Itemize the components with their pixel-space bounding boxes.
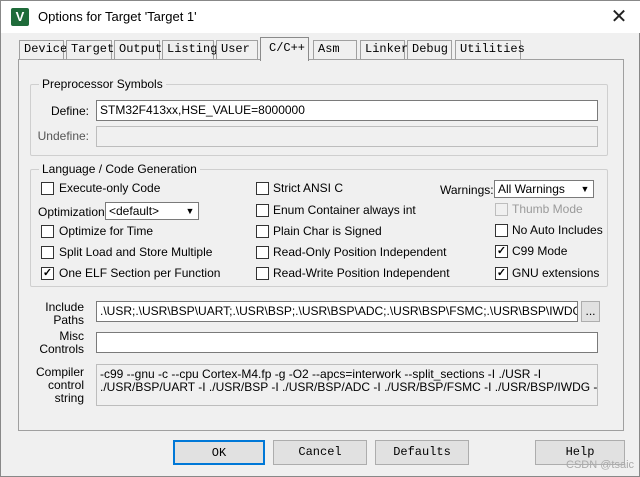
undefine-input[interactable] — [96, 126, 598, 147]
gnu-extensions-label: GNU extensions — [512, 266, 600, 280]
one-elf-label: One ELF Section per Function — [59, 266, 221, 280]
chevron-down-icon: ▼ — [185, 206, 195, 216]
title-bar: V Options for Target 'Target 1' ✕ — [1, 1, 640, 33]
tab-user[interactable]: User — [216, 40, 258, 59]
define-input[interactable]: STM32F413xx,HSE_VALUE=8000000 — [96, 100, 598, 121]
strict-ansi-label: Strict ANSI C — [273, 181, 344, 195]
enum-container-label: Enum Container always int — [273, 203, 416, 217]
split-load-checkbox[interactable] — [41, 246, 54, 259]
warnings-select[interactable]: All Warnings ▼ — [494, 180, 594, 198]
undefine-label: Undefine: — [37, 129, 89, 143]
misc-controls-input[interactable] — [96, 332, 598, 353]
no-auto-includes-checkbox[interactable] — [495, 224, 508, 237]
compiler-control-line2: ./USR/BSP/UART -I ./USR/BSP -I ./USR/BSP… — [100, 380, 598, 394]
tab-asm[interactable]: Asm — [313, 40, 357, 59]
tab-c-cpp[interactable]: C/C++ — [260, 37, 309, 61]
c99-mode-label: C99 Mode — [512, 244, 568, 258]
optimization-label: Optimization: — [38, 205, 109, 219]
include-paths-label: Include Paths — [31, 301, 84, 327]
cancel-button[interactable]: Cancel — [273, 440, 367, 465]
one-elf-checkbox[interactable]: ✓ — [41, 267, 54, 280]
include-label-line2: Paths — [53, 313, 84, 327]
compiler-control-label: Compiler control string — [31, 366, 84, 405]
misc-label-line2: Controls — [39, 342, 84, 356]
ro-pi-checkbox[interactable] — [256, 246, 269, 259]
ok-button[interactable]: OK — [173, 440, 265, 465]
tab-output[interactable]: Output — [114, 40, 162, 59]
include-paths-input[interactable]: .\USR;.\USR\BSP\UART;.\USR\BSP;.\USR\BSP… — [96, 301, 578, 322]
split-load-label: Split Load and Store Multiple — [59, 245, 213, 259]
rw-pi-label: Read-Write Position Independent — [273, 266, 450, 280]
optimization-value: <default> — [109, 204, 160, 218]
optimize-time-label: Optimize for Time — [59, 224, 154, 238]
close-icon[interactable]: ✕ — [604, 4, 634, 30]
plain-char-label: Plain Char is Signed — [273, 224, 382, 238]
thumb-mode-label: Thumb Mode — [512, 202, 583, 216]
strict-ansi-checkbox[interactable] — [256, 182, 269, 195]
include-paths-browse-button[interactable]: ... — [581, 301, 600, 322]
rw-pi-checkbox[interactable] — [256, 267, 269, 280]
chevron-down-icon: ▼ — [580, 184, 590, 194]
compiler-label-line3: string — [54, 391, 84, 405]
defaults-button[interactable]: Defaults — [375, 440, 469, 465]
define-label: Define: — [50, 104, 89, 118]
optimize-time-checkbox[interactable] — [41, 225, 54, 238]
optimization-select[interactable]: <default> ▼ — [105, 202, 199, 220]
gnu-extensions-checkbox[interactable]: ✓ — [495, 267, 508, 280]
language-group-title: Language / Code Generation — [39, 162, 200, 176]
tab-device[interactable]: Device — [19, 40, 67, 59]
window-title: Options for Target 'Target 1' — [38, 9, 197, 24]
tab-debug[interactable]: Debug — [407, 40, 452, 59]
tab-linker[interactable]: Linker — [360, 40, 408, 59]
tab-target[interactable]: Target — [66, 40, 114, 59]
thumb-mode-checkbox[interactable] — [495, 203, 508, 216]
preprocessor-group-title: Preprocessor Symbols — [39, 77, 166, 91]
tab-listing[interactable]: Listing — [162, 40, 217, 59]
keil-app-icon: V — [11, 8, 29, 26]
compiler-control-string: -c99 --gnu -c --cpu Cortex-M4.fp -g -O2 … — [96, 364, 598, 406]
execute-only-label: Execute-only Code — [59, 181, 161, 195]
tab-utilities[interactable]: Utilities — [455, 40, 525, 59]
warnings-value: All Warnings — [498, 182, 565, 196]
ro-pi-label: Read-Only Position Independent — [273, 245, 447, 259]
c99-mode-checkbox[interactable]: ✓ — [495, 245, 508, 258]
execute-only-checkbox[interactable] — [41, 182, 54, 195]
watermark: CSDN @tsaic — [566, 459, 635, 471]
enum-container-checkbox[interactable] — [256, 204, 269, 217]
misc-controls-label: Misc Controls — [31, 330, 84, 356]
warnings-label: Warnings: — [440, 183, 494, 197]
plain-char-checkbox[interactable] — [256, 225, 269, 238]
no-auto-includes-label: No Auto Includes — [512, 223, 603, 237]
options-dialog: V Options for Target 'Target 1' ✕ Device… — [0, 0, 640, 477]
